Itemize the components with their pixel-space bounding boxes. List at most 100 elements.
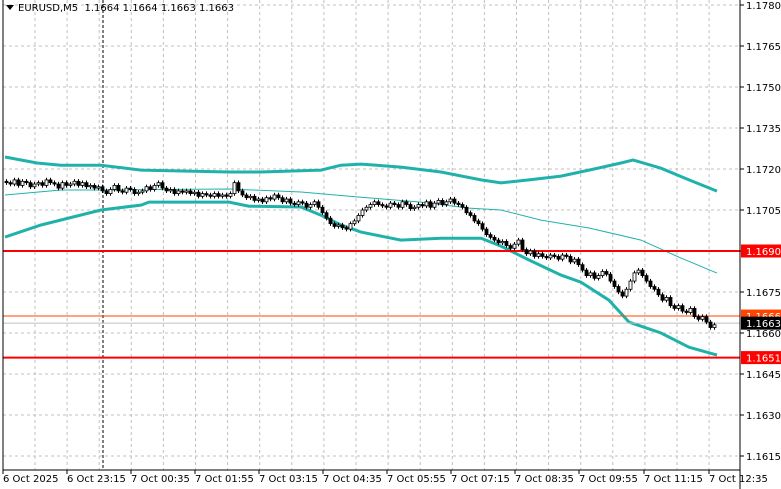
candle-body xyxy=(240,190,245,196)
candle-body xyxy=(80,182,85,186)
candle-body xyxy=(688,307,693,313)
candle xyxy=(624,287,629,299)
candle-body xyxy=(604,271,609,275)
candle-body xyxy=(700,316,705,320)
candle-body xyxy=(428,201,433,208)
candle-body xyxy=(460,204,465,208)
candle xyxy=(560,252,565,262)
candle-body xyxy=(380,204,385,207)
candle-body xyxy=(264,197,269,203)
candle-body xyxy=(32,183,37,188)
candle xyxy=(692,306,697,319)
candle-body xyxy=(564,254,569,257)
candle-body xyxy=(644,275,649,282)
candle-body xyxy=(216,193,221,197)
candle-body xyxy=(640,269,645,276)
candle xyxy=(656,287,661,297)
candle-body xyxy=(300,201,305,204)
candle-body xyxy=(616,286,621,293)
candle-body xyxy=(168,189,173,192)
candle-body xyxy=(44,179,49,186)
candle xyxy=(544,254,549,261)
price-tick-label: 1.1765 xyxy=(746,42,781,53)
candle-body xyxy=(480,223,485,230)
candle xyxy=(644,273,649,284)
candle-body xyxy=(672,305,677,309)
candle xyxy=(272,192,277,202)
candle xyxy=(556,254,561,262)
candle-body xyxy=(636,269,641,274)
candle-body xyxy=(332,223,337,227)
candle-body xyxy=(408,204,413,210)
candle-body xyxy=(88,184,93,188)
candle-body xyxy=(660,294,665,301)
candle xyxy=(100,184,105,194)
candle xyxy=(380,202,385,209)
price-tick-label: 1.1615 xyxy=(746,452,781,463)
price-tick-label: 1.1645 xyxy=(746,370,781,381)
candle xyxy=(44,177,49,188)
candle-body xyxy=(128,187,133,190)
candle-body xyxy=(344,227,349,230)
candle xyxy=(688,306,693,315)
candle-body xyxy=(596,275,601,279)
price-chart[interactable]: 1.1780 1.1765 1.1750 1.1735 1.1720 1.1705 1.16… xyxy=(0,0,781,489)
candle-body xyxy=(252,195,257,201)
candle-body xyxy=(372,201,377,205)
candle-body xyxy=(296,201,301,205)
candle-body xyxy=(148,186,153,190)
candle-body xyxy=(60,182,65,189)
candle xyxy=(660,292,665,303)
candle-body xyxy=(268,197,273,200)
candle-body xyxy=(512,243,517,249)
dropdown-triangle-icon[interactable] xyxy=(6,5,14,10)
candle-body xyxy=(280,197,285,203)
candle xyxy=(280,195,285,204)
candle-body xyxy=(648,280,653,287)
candle-body xyxy=(456,202,461,205)
candle-body xyxy=(120,190,125,193)
candle xyxy=(596,273,601,281)
candle xyxy=(524,247,529,256)
candle xyxy=(572,257,577,265)
time-tick-label: 6 Oct 2025 xyxy=(3,474,58,485)
candle xyxy=(652,284,657,292)
time-tick-label: 6 Oct 23:15 xyxy=(67,474,126,485)
candle-body xyxy=(376,201,381,205)
candle xyxy=(56,181,61,191)
candle-body xyxy=(360,209,365,216)
candle-body xyxy=(108,189,113,194)
candle-body xyxy=(172,189,177,194)
candle-body xyxy=(320,206,325,214)
candle xyxy=(284,196,289,204)
candle xyxy=(92,183,97,191)
candle-body xyxy=(48,179,53,184)
candle xyxy=(708,319,713,330)
candle xyxy=(568,254,573,265)
candle-body xyxy=(468,212,473,216)
candle-body xyxy=(200,193,205,197)
candle-body xyxy=(364,206,369,211)
candle-body xyxy=(548,254,553,259)
candle xyxy=(164,185,169,194)
candle-body xyxy=(324,212,329,219)
candle xyxy=(276,192,281,200)
candle xyxy=(376,199,381,207)
candle-body xyxy=(24,180,29,184)
candle xyxy=(608,272,613,284)
candle xyxy=(244,192,249,200)
candle xyxy=(648,278,653,289)
candle-body xyxy=(652,286,657,290)
candle-body xyxy=(16,179,21,186)
candle-body xyxy=(504,241,509,246)
candle-body xyxy=(272,194,277,200)
candle xyxy=(604,269,609,277)
candle-body xyxy=(472,215,477,222)
candle-body xyxy=(576,258,581,266)
candle xyxy=(392,200,397,207)
candle xyxy=(456,200,461,207)
level-price-resistance-label: 1.1690 xyxy=(746,247,781,258)
candle xyxy=(156,180,161,188)
time-tick-label: 7 Oct 00:35 xyxy=(131,474,190,485)
candle xyxy=(200,191,205,199)
